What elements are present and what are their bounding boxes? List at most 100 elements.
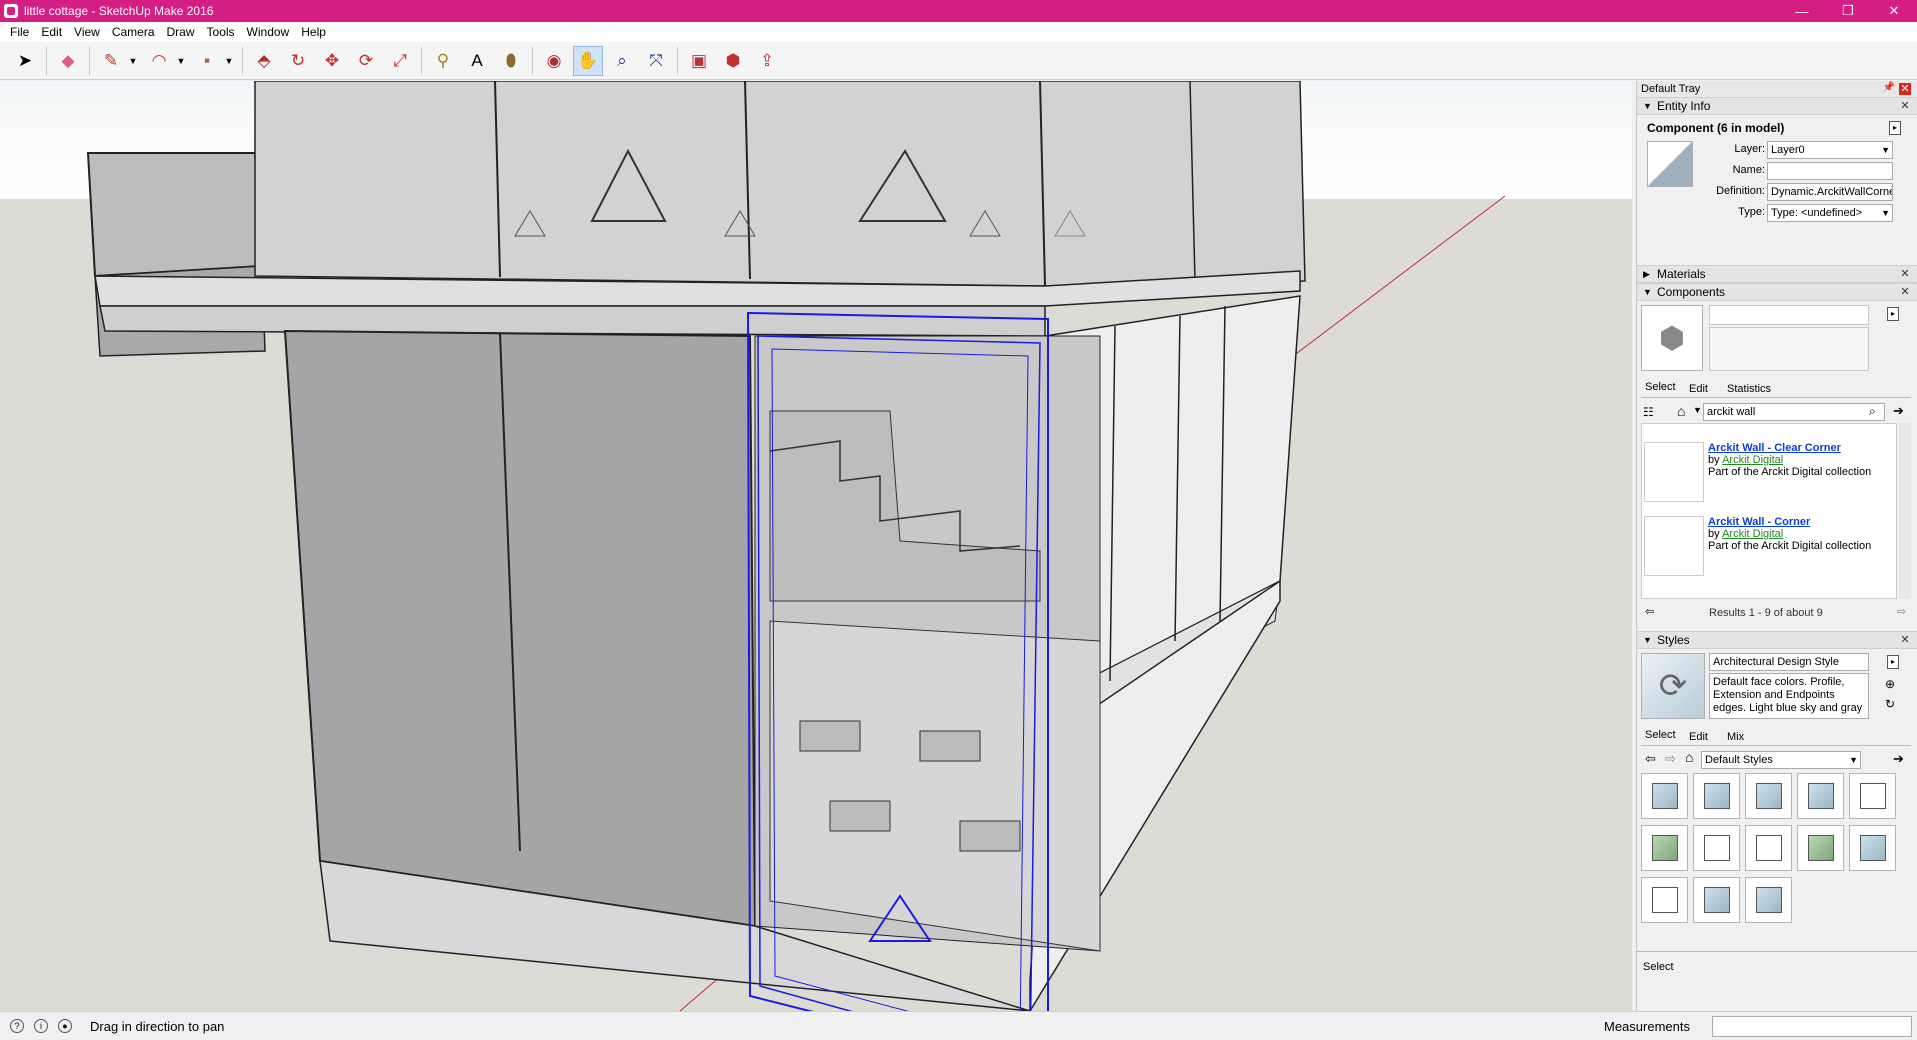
model-viewport[interactable] (0, 81, 1632, 1011)
results-scrollbar[interactable] (1899, 423, 1911, 599)
component-name-field[interactable] (1709, 305, 1869, 325)
rectangle-tool-icon[interactable]: ▪ (192, 46, 222, 76)
scale-tool-icon[interactable]: ⤢ (385, 46, 415, 76)
style-thumbnail[interactable] (1797, 773, 1844, 819)
rotate-tool-icon[interactable]: ⟳ (351, 46, 381, 76)
line-tool-icon[interactable]: ✎ (96, 46, 126, 76)
details-toggle-icon[interactable]: ▸ (1889, 121, 1901, 135)
back-arrow-icon[interactable]: ⇦ (1645, 751, 1656, 767)
definition-field[interactable]: Dynamic.ArckitWallCorne (1767, 183, 1893, 201)
menu-tools[interactable]: Tools (201, 22, 241, 42)
geo-location-icon[interactable]: ? (10, 1019, 24, 1033)
layer-select[interactable]: Layer0 ▼ (1767, 141, 1893, 159)
menu-file[interactable]: File (4, 22, 35, 42)
materials-header[interactable]: ▶ Materials ✕ (1637, 265, 1917, 283)
name-field[interactable] (1767, 162, 1893, 180)
type-select[interactable]: Type: <undefined> ▼ (1767, 204, 1893, 222)
result-title[interactable]: Arckit Wall - Clear Corner (1708, 442, 1888, 454)
info-icon[interactable]: i (34, 1019, 48, 1033)
result-title[interactable]: Arckit Wall - Corner (1708, 516, 1888, 528)
update-style-icon[interactable]: ↻ (1885, 697, 1895, 711)
style-thumbnail[interactable] (1797, 825, 1844, 871)
text-tool-icon[interactable]: A (462, 46, 492, 76)
style-thumbnail[interactable] (1745, 825, 1792, 871)
result-author[interactable]: Arckit Digital (1722, 528, 1783, 540)
measurements-input[interactable] (1712, 1016, 1912, 1037)
style-collection-select[interactable]: Default Styles ▼ (1701, 751, 1861, 769)
style-thumbnail[interactable] (1745, 773, 1792, 819)
view-options-icon[interactable]: ☷ (1643, 405, 1654, 419)
style-thumbnail[interactable] (1693, 877, 1740, 923)
materials-close-icon[interactable]: ✕ (1899, 268, 1911, 280)
push-pull-tool-icon[interactable]: ⬘ (249, 46, 279, 76)
chevron-down-icon[interactable]: ▼ (1693, 405, 1702, 415)
forward-arrow-icon[interactable]: ⇨ (1665, 751, 1676, 767)
tape-measure-tool-icon[interactable]: ⚲ (428, 46, 458, 76)
components-close-icon[interactable]: ✕ (1899, 286, 1911, 298)
style-thumbnail[interactable] (1849, 773, 1896, 819)
offset-tool-icon[interactable]: ↻ (283, 46, 313, 76)
result-author[interactable]: Arckit Digital (1722, 454, 1783, 466)
extension-warehouse-tool-icon[interactable]: ⬢ (718, 46, 748, 76)
tray-close-icon[interactable]: ✕ (1899, 83, 1911, 95)
result-thumbnail[interactable] (1644, 442, 1704, 502)
tab-styles-mix[interactable]: Mix (1727, 731, 1744, 743)
style-thumbnail[interactable] (1745, 877, 1792, 923)
style-thumbnail[interactable] (1641, 825, 1688, 871)
move-tool-icon[interactable]: ✥ (317, 46, 347, 76)
rectangle-tool-dropdown-icon[interactable]: ▼ (222, 46, 236, 76)
select-tool-icon[interactable]: ➤ (10, 46, 40, 76)
prev-page-icon[interactable]: ⇦ (1645, 605, 1654, 618)
component-cube-icon: ⬢ (1641, 305, 1703, 371)
style-name-field[interactable]: Architectural Design Style (1709, 653, 1869, 671)
component-search-input[interactable]: arckit wall (1703, 403, 1885, 421)
menu-help[interactable]: Help (295, 22, 332, 42)
warehouse-tool-icon[interactable]: ▣ (684, 46, 714, 76)
tab-styles-select[interactable]: Select (1645, 729, 1676, 741)
result-thumbnail[interactable] (1644, 516, 1704, 576)
menu-edit[interactable]: Edit (35, 22, 68, 42)
style-thumbnail[interactable] (1849, 825, 1896, 871)
entity-info-header[interactable]: ▼ Entity Info ✕ (1637, 97, 1917, 115)
close-button[interactable]: ✕ (1871, 0, 1917, 22)
minimize-button[interactable]: — (1779, 0, 1825, 22)
menu-camera[interactable]: Camera (106, 22, 161, 42)
menu-window[interactable]: Window (241, 22, 296, 42)
style-thumbnail[interactable] (1693, 825, 1740, 871)
styles-header[interactable]: ▼ Styles ✕ (1637, 631, 1917, 649)
arc-tool-dropdown-icon[interactable]: ▼ (174, 46, 188, 76)
style-thumbnail[interactable] (1641, 877, 1688, 923)
user-icon[interactable]: ● (58, 1019, 72, 1033)
tab-components-statistics[interactable]: Statistics (1727, 383, 1771, 395)
zoom-tool-icon[interactable]: ⌕ (607, 46, 637, 76)
styles-close-icon[interactable]: ✕ (1899, 634, 1911, 646)
arc-tool-icon[interactable]: ◠ (144, 46, 174, 76)
line-tool-dropdown-icon[interactable]: ▼ (126, 46, 140, 76)
tab-components-select[interactable]: Select (1645, 381, 1676, 393)
paint-bucket-tool-icon[interactable]: ⬮ (496, 46, 526, 76)
details-toggle-icon[interactable]: ▸ (1887, 655, 1899, 669)
menu-view[interactable]: View (68, 22, 106, 42)
details-arrow-icon[interactable]: ➔ (1893, 403, 1904, 419)
components-header[interactable]: ▼ Components ✕ (1637, 283, 1917, 301)
style-thumbnail[interactable] (1641, 773, 1688, 819)
menu-draw[interactable]: Draw (161, 22, 201, 42)
home-icon[interactable]: ⌂ (1677, 403, 1685, 419)
search-icon[interactable]: ⌕ (1869, 404, 1876, 419)
entity-info-close-icon[interactable]: ✕ (1899, 100, 1911, 112)
details-arrow-icon[interactable]: ➔ (1893, 751, 1904, 767)
tab-styles-edit[interactable]: Edit (1689, 731, 1708, 743)
pan-tool-icon[interactable]: ✋ (573, 45, 603, 76)
home-icon[interactable]: ⌂ (1685, 749, 1693, 765)
zoom-extents-tool-icon[interactable]: ⤧ (641, 46, 671, 76)
eraser-tool-icon[interactable]: ◆ (53, 46, 83, 76)
next-page-icon[interactable]: ⇨ (1897, 605, 1906, 618)
style-thumbnail[interactable] (1693, 773, 1740, 819)
share-model-tool-icon[interactable]: ⇪ (752, 46, 782, 76)
pin-icon[interactable]: 📌 (1883, 82, 1895, 93)
create-style-icon[interactable]: ⊕ (1885, 677, 1895, 691)
maximize-button[interactable]: ❐ (1825, 0, 1871, 22)
orbit-tool-icon[interactable]: ◉ (539, 46, 569, 76)
details-toggle-icon[interactable]: ▸ (1887, 307, 1899, 321)
tab-components-edit[interactable]: Edit (1689, 383, 1708, 395)
